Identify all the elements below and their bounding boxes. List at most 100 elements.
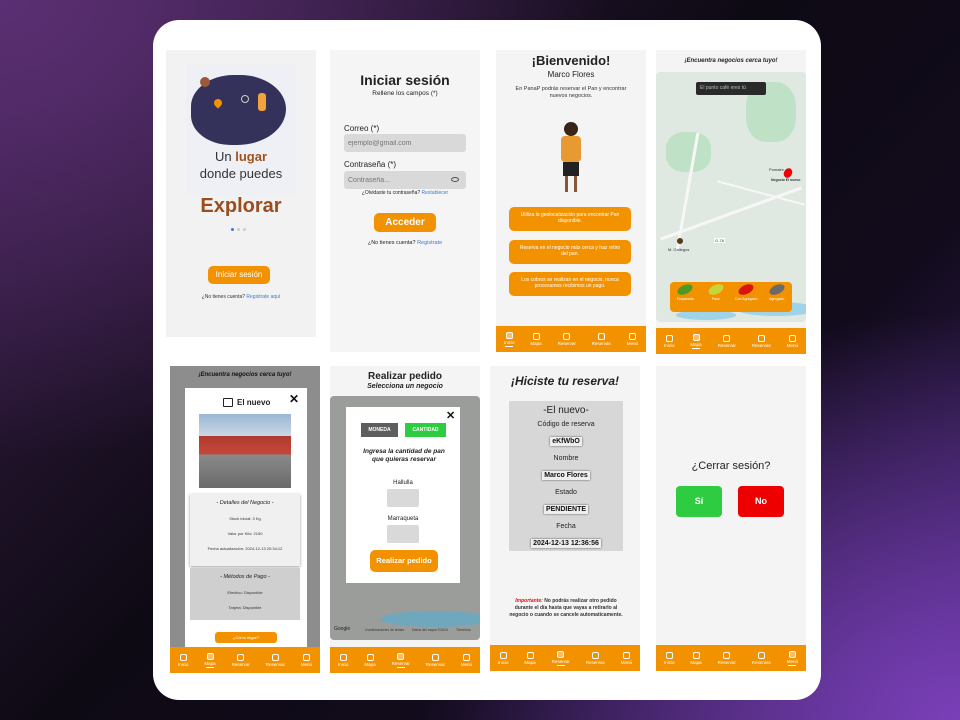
screen-map: ¡Encuentra negocios cerca tuyo! El punto… <box>656 50 806 354</box>
no-button[interactable]: No <box>738 486 784 517</box>
reservation-code: eKfWbO <box>550 437 582 446</box>
bread-icon <box>767 282 786 297</box>
nav-menu[interactable]: Menú <box>461 653 472 667</box>
screen-reservation: ¡Hiciste tu reserva! -El nuevo- Código d… <box>490 366 640 671</box>
info-geo[interactable]: Utiliza la geolocalización para encontra… <box>509 207 631 231</box>
yes-button[interactable]: Sí <box>676 486 722 517</box>
home-icon <box>505 331 513 339</box>
nav-mapa[interactable]: Mapa <box>690 651 702 665</box>
nav-reservas[interactable]: Reservas <box>752 334 771 348</box>
bottom-nav: Inicio Mapa Reservar Reservas Menú <box>496 326 646 352</box>
login-button[interactable]: Iniciar sesión <box>208 266 270 284</box>
nav-inicio[interactable]: Inicio <box>664 651 674 665</box>
planet-icon <box>200 77 210 87</box>
info-payment[interactable]: Los cobros se realizan en el negocio, nu… <box>509 272 631 296</box>
welcome-title: ¡Bienvenido! <box>531 53 611 68</box>
map-pin-icon <box>532 332 540 340</box>
nav-reservas[interactable]: Reservas <box>586 651 605 665</box>
nav-mapa[interactable]: Mapa <box>524 651 536 665</box>
tab-moneda[interactable]: MONEDA <box>361 423 398 437</box>
person-figure <box>258 93 266 111</box>
bread-icon <box>706 282 725 297</box>
nav-reservas[interactable]: Reservas <box>592 332 611 346</box>
screen-business-detail: ¡Encuentra negocios cerca tuyo! El nuevo… <box>170 366 320 673</box>
email-input[interactable] <box>344 134 466 152</box>
screen-logout: ¿Cerrar sesión? Sí No Inicio Mapa Reserv… <box>656 366 806 671</box>
menu-icon <box>788 334 796 342</box>
reservation-title: ¡Hiciste tu reserva! <box>510 374 620 388</box>
nav-menu[interactable]: Menú <box>621 651 632 665</box>
map-pin-icon <box>692 651 700 659</box>
payment-section: - Métodos de Pago - Efectivo: Disponible… <box>190 568 300 620</box>
nav-inicio[interactable]: Inicio <box>178 653 188 667</box>
screen-welcome: ¡Bienvenido! Marco Flores En PanaP podrá… <box>496 50 646 352</box>
eye-icon[interactable] <box>451 177 459 182</box>
legend-empanada[interactable]: Empanada <box>672 282 698 301</box>
home-icon <box>339 653 347 661</box>
nav-reservar[interactable]: Reservar <box>718 651 736 665</box>
nav-menu[interactable]: Menú <box>787 334 798 348</box>
nav-mapa[interactable]: Mapa <box>364 653 376 667</box>
nav-mapa[interactable]: Mapa <box>530 332 542 346</box>
location-marker[interactable] <box>677 238 683 244</box>
nav-inicio[interactable]: Inicio <box>664 334 674 348</box>
magnifier-icon <box>241 95 249 103</box>
tagline: Un lugar donde puedes <box>199 149 283 181</box>
submit-button[interactable]: Acceder <box>374 213 436 232</box>
screen-onboarding: Un lugar donde puedes Explorar Iniciar s… <box>166 50 316 337</box>
screen-login: Iniciar sesión Rellene los campos (*) Co… <box>330 50 480 352</box>
info-reserve[interactable]: Reserva en el negocio más cerca y haz re… <box>509 240 631 264</box>
bag-icon <box>431 653 439 661</box>
nav-reservar[interactable]: Reservar <box>552 650 570 666</box>
nav-reservar[interactable]: Reservar <box>718 334 736 348</box>
place-order-button[interactable]: Realizar pedido <box>370 550 438 572</box>
restore-link[interactable]: Restablecer <box>422 190 449 196</box>
nav-mapa[interactable]: Mapa <box>690 333 702 349</box>
home-icon <box>499 651 507 659</box>
nav-menu[interactable]: Menú <box>787 650 798 666</box>
nav-inicio[interactable]: Inicio <box>498 651 508 665</box>
marraqueta-label: Marraqueta <box>387 516 419 522</box>
nav-inicio[interactable]: Inicio <box>338 653 348 667</box>
reservation-date: 2024-12-13 12:36:56 <box>531 539 601 548</box>
page-dots[interactable] <box>231 228 246 231</box>
store-icon <box>223 398 233 407</box>
map-header: ¡Encuentra negocios cerca tuyo! <box>684 58 778 64</box>
store-icon <box>557 650 565 658</box>
hallulla-input[interactable] <box>387 489 419 507</box>
nav-reservar[interactable]: Reservar <box>558 332 576 346</box>
password-input[interactable] <box>344 171 466 189</box>
nav-menu[interactable]: Menú <box>301 653 312 667</box>
nav-inicio[interactable]: Inicio <box>504 331 514 347</box>
nav-reservar[interactable]: Reservar <box>232 653 250 667</box>
explore-title: Explorar <box>200 195 282 217</box>
close-icon[interactable]: ✕ <box>289 392 299 406</box>
details-section: - Detalles del Negocio - Stock inicial: … <box>190 494 300 566</box>
bread-legend: Empanada Pavo Con Agregado Agregado <box>670 282 792 312</box>
tab-cantidad[interactable]: CANTIDAD <box>405 423 446 437</box>
map-pin-icon <box>692 333 700 341</box>
legend-con-agregado[interactable]: Con Agregado <box>733 282 759 301</box>
how-to-get-button[interactable]: ¿Cómo llegar? <box>215 632 277 643</box>
reservation-state: PENDIENTE <box>543 505 589 514</box>
reservation-name: Marco Flores <box>542 471 590 480</box>
nav-reservas[interactable]: Reservas <box>426 653 445 667</box>
map-search[interactable]: El punto café eres tú <box>696 82 766 95</box>
nav-mapa[interactable]: Mapa <box>204 652 216 668</box>
marraqueta-input[interactable] <box>387 525 419 543</box>
register-prompt: ¿No tienes cuenta? Registrate aquí <box>201 294 281 300</box>
map-view[interactable]: El punto café eres tú Pomaire Negocio El… <box>656 72 806 322</box>
nav-reservas[interactable]: Reservas <box>752 651 771 665</box>
close-icon[interactable]: ✕ <box>446 409 455 422</box>
legend-pavo[interactable]: Pavo <box>703 282 729 301</box>
nav-reservas[interactable]: Reservas <box>266 653 285 667</box>
store-icon <box>397 652 405 660</box>
nav-menu[interactable]: Menú <box>627 332 638 346</box>
register-link[interactable]: Registrate <box>417 240 442 246</box>
nav-reservar[interactable]: Reservar <box>392 652 410 668</box>
legend-agregado[interactable]: Agregado <box>764 282 790 301</box>
menu-icon <box>302 653 310 661</box>
reservation-card: -El nuevo- Código de reserva eKfWbO Nomb… <box>509 401 623 551</box>
store-icon <box>563 332 571 340</box>
register-link[interactable]: Registrate aquí <box>246 294 280 300</box>
